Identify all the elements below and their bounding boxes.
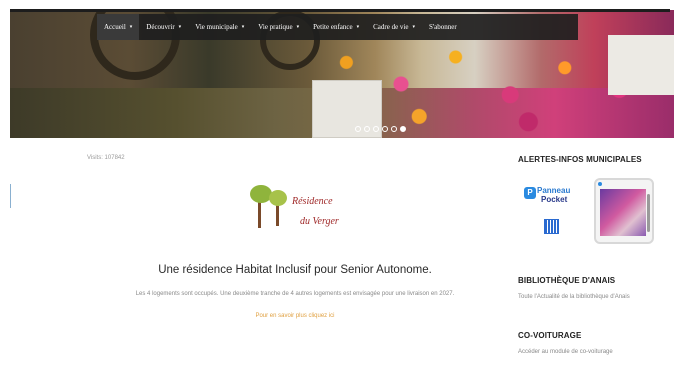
logo-line-2: du Verger [300,216,339,227]
phone-preview[interactable] [594,178,654,244]
slider-dot[interactable] [355,126,361,132]
nav-item-label: Cadre de vie [373,23,409,31]
read-more-link[interactable]: Pour en savoir plus cliquez ici [80,313,510,319]
phone-scrollbar [647,194,650,232]
status-paragraph: Les 4 logements sont occupés. Une deuxiè… [135,291,455,297]
nav-item-label: S'abonner [429,23,457,31]
planter [608,35,674,95]
slider-dot[interactable] [382,126,388,132]
top-dark-band [10,9,670,12]
chevron-down-icon: ▾ [178,25,182,30]
nav-item-label: Vie pratique [258,23,293,31]
panneau-pocket-icon: P [524,187,536,199]
nav-item-label: Accueil [104,23,126,31]
slider-dot[interactable] [400,126,406,132]
nav-item-vie-municipale[interactable]: Vie municipale ▾ [188,14,251,40]
carpool-link[interactable]: Accéder au module de co-voiturage [518,349,668,355]
slider-dot[interactable] [391,126,397,132]
nav-item-vie-pratique[interactable]: Vie pratique ▾ [251,14,306,40]
nav-item-cadre-de-vie[interactable]: Cadre de vie ▾ [366,14,422,40]
library-link[interactable]: Toute l'Actualité de la bibliothèque d'A… [518,294,668,300]
chevron-down-icon: ▾ [296,25,300,30]
left-accent-bar [10,184,11,208]
library-title: BIBLIOTHÈQUE D'ANAIS [518,276,616,285]
slider-dot[interactable] [373,126,379,132]
residence-logo[interactable]: Résidence du Verger [246,182,356,237]
tree-trunk [276,204,279,226]
carpool-title: CO-VOITURAGE [518,331,582,340]
nav-item-d-couvrir[interactable]: Découvrir ▾ [139,14,188,40]
nav-item-label: Petite enfance [313,23,353,31]
carpool-widget: CO-VOITURAGE Accéder au module de co-voi… [518,331,668,355]
logo-line-1: Résidence [292,196,333,207]
chevron-down-icon: ▾ [356,25,360,30]
page-headline: Une résidence Habitat Inclusif pour Seni… [158,264,432,276]
slider-dots [355,126,406,132]
tree-icon [269,190,287,206]
chevron-down-icon: ▾ [129,25,133,30]
chevron-down-icon: ▾ [241,25,245,30]
alerts-widget: ALERTES-INFOS MUNICIPALES [518,155,668,164]
tree-trunk [258,200,261,228]
panneau-pocket-logo[interactable]: P Panneau Pocket [524,185,574,205]
nav-item-label: Vie municipale [195,23,238,31]
nav-item-petite-enfance[interactable]: Petite enfance ▾ [306,14,366,40]
slider-dot[interactable] [364,126,370,132]
qr-code-icon[interactable] [544,219,559,234]
chevron-down-icon: ▾ [412,25,415,30]
nav-item-accueil[interactable]: Accueil ▾ [97,14,140,40]
panneau-pocket-line-1: Panneau [537,186,571,195]
nav-item-label: Découvrir [146,23,175,31]
main-nav: Accueil ▾ Découvrir ▾ Vie municipale ▾ Vie pra… [97,14,578,40]
library-widget: BIBLIOTHÈQUE D'ANAIS Toute l'Actualité d… [518,276,668,300]
alerts-title: ALERTES-INFOS MUNICIPALES [518,155,642,164]
nav-item-s-abonner[interactable]: S'abonner [422,14,464,40]
phone-screen [600,189,646,236]
app-icon [598,182,602,186]
visit-counter: Visits: 107842 [87,155,125,161]
panneau-pocket-line-2: Pocket [541,195,568,204]
